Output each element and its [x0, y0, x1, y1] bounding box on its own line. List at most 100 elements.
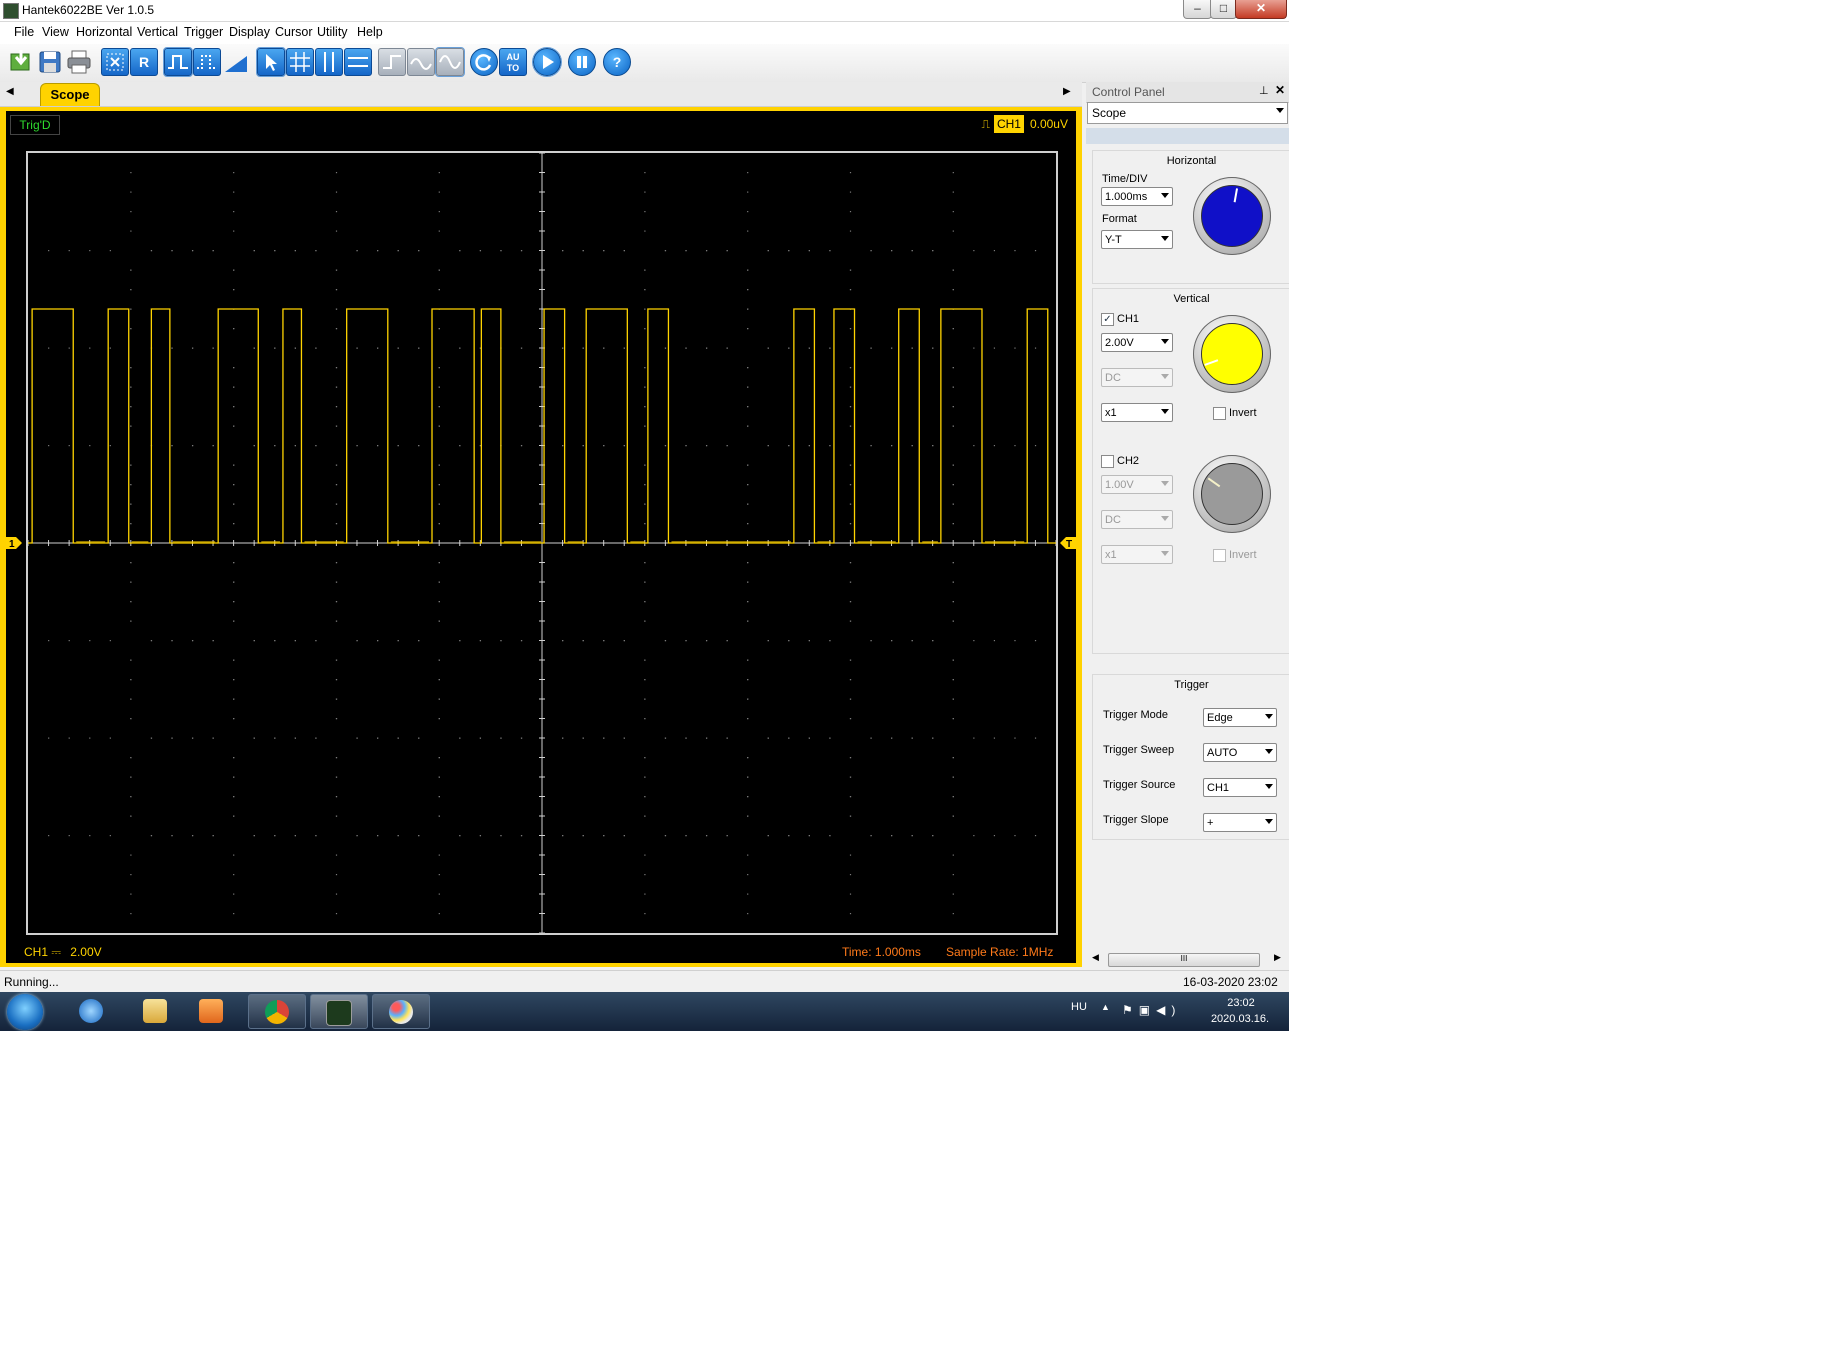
menu-help[interactable]: Help	[357, 25, 383, 39]
menu-vertical[interactable]: Vertical	[137, 25, 178, 39]
tab-scope[interactable]: Scope	[40, 83, 100, 106]
reference-icon[interactable]: R	[130, 48, 158, 76]
square-wave-icon[interactable]	[163, 47, 193, 77]
tray-icons[interactable]: ⚑▣◀)	[1122, 1003, 1181, 1017]
panel-separator	[1086, 128, 1289, 144]
start-button[interactable]	[7, 994, 43, 1030]
file-explorer-icon[interactable]	[126, 994, 184, 1029]
menu-trigger[interactable]: Trigger	[184, 25, 223, 39]
menu-horizontal[interactable]: Horizontal	[76, 25, 132, 39]
autoset-icon[interactable]	[101, 48, 129, 76]
timebase-knob[interactable]	[1193, 177, 1271, 255]
ch2-volts-select[interactable]: 1.00V	[1101, 475, 1173, 494]
trigger-source-select[interactable]: CH1	[1203, 778, 1277, 797]
scope-screen[interactable]: Trig'D ⎍ CH1 0.00uV 1T CH1 ⎓ 2.00V Time: 1…	[6, 111, 1076, 963]
chevron-down-icon	[1161, 339, 1169, 344]
timebase-status: Time: 1.000ms	[842, 945, 921, 959]
cursor-vertical-icon[interactable]	[315, 48, 343, 76]
ch2-volts-knob[interactable]	[1193, 455, 1271, 533]
chrome-icon[interactable]	[248, 994, 306, 1029]
trigger-sweep-value: AUTO	[1207, 747, 1238, 759]
volume-icon[interactable]: ◀)	[1156, 1003, 1181, 1017]
refresh-icon[interactable]	[470, 48, 498, 76]
tray-clock-date[interactable]: 2020.03.16.	[1200, 1013, 1280, 1025]
ch1-label: CH1	[1117, 313, 1140, 325]
open-icon[interactable]	[7, 48, 35, 76]
title-bar: Hantek6022BE Ver 1.0.5 – □ ✕	[0, 0, 1289, 22]
ramp-icon[interactable]	[222, 48, 250, 76]
ch2-knob-face	[1201, 463, 1263, 525]
format-select[interactable]: Y-T	[1101, 230, 1173, 249]
print-icon[interactable]	[65, 48, 93, 76]
timediv-select[interactable]: 1.000ms	[1101, 187, 1173, 206]
ch1-invert-checkbox[interactable]	[1213, 407, 1226, 420]
pause-icon[interactable]	[568, 48, 596, 76]
cursor-cross-icon[interactable]	[286, 48, 314, 76]
menu-file[interactable]: File	[14, 25, 34, 39]
tray-clock-time[interactable]: 23:02	[1206, 997, 1276, 1009]
run-icon[interactable]	[532, 47, 562, 77]
minimize-button[interactable]: –	[1183, 0, 1212, 19]
chevron-down-icon	[1161, 193, 1169, 198]
pin-icon[interactable]: ⊥	[1259, 84, 1269, 97]
scope-panel: Trig'D ⎍ CH1 0.00uV 1T CH1 ⎓ 2.00V Time: 1…	[0, 107, 1082, 967]
panel-selector[interactable]: Scope	[1087, 102, 1288, 124]
scrollbar-thumb[interactable]: III	[1108, 953, 1260, 967]
trigger-source-value: CH1	[1207, 782, 1230, 794]
oscilloscope-app-icon[interactable]	[310, 994, 368, 1029]
panel-selector-value: Scope	[1092, 106, 1127, 120]
close-icon[interactable]: ✕	[1275, 83, 1285, 97]
panel-horizontal-scrollbar[interactable]: ◀ III ▶	[1090, 952, 1285, 967]
dotted-wave-icon[interactable]	[193, 48, 221, 76]
ch1-volts-knob[interactable]	[1193, 315, 1271, 393]
trigger-sweep-select[interactable]: AUTO	[1203, 743, 1277, 762]
step-icon[interactable]	[378, 48, 406, 76]
trigger-title: Trigger	[1174, 679, 1209, 691]
ch1-checkbox[interactable]: ✓	[1101, 313, 1114, 326]
ch2-probe-select[interactable]: x1	[1101, 545, 1173, 564]
chevron-down-icon	[1161, 236, 1169, 241]
cursor-select-icon[interactable]	[256, 47, 286, 77]
auto-icon[interactable]: AU TO	[499, 48, 527, 76]
control-panel-title: Control Panel	[1092, 85, 1165, 99]
paint-icon[interactable]	[372, 994, 430, 1029]
sine-icon[interactable]	[435, 47, 465, 77]
menu-view[interactable]: View	[42, 25, 69, 39]
scroll-left-icon[interactable]: ◀	[1092, 952, 1099, 963]
menu-cursor[interactable]: Cursor	[275, 25, 313, 39]
ch1-invert-label: Invert	[1229, 407, 1257, 419]
scroll-right-icon[interactable]: ▶	[1274, 952, 1281, 963]
close-button[interactable]: ✕	[1235, 0, 1287, 19]
status-datetime: 16-03-2020 23:02	[1183, 975, 1278, 989]
action-center-flag-icon[interactable]: ⚑	[1122, 1003, 1139, 1017]
cursor-horizontal-icon[interactable]	[344, 48, 372, 76]
menu-utility[interactable]: Utility	[317, 25, 348, 39]
maximize-button[interactable]: □	[1210, 0, 1237, 19]
control-panel-header: Control Panel ⊥ ✕	[1086, 82, 1289, 103]
chevron-down-icon	[1161, 409, 1169, 414]
show-hidden-icons-icon[interactable]: ▲	[1101, 1002, 1110, 1012]
internet-explorer-icon[interactable]	[62, 994, 120, 1029]
ch1-probe-select[interactable]: x1	[1101, 403, 1173, 422]
tab-scroll-left-icon[interactable]: ◀	[6, 86, 14, 97]
media-player-icon[interactable]	[182, 994, 240, 1029]
tab-scroll-right-icon[interactable]: ▶	[1063, 86, 1071, 97]
ch2-checkbox[interactable]	[1101, 455, 1114, 468]
input-language[interactable]: HU	[1071, 1001, 1087, 1013]
wave-icon[interactable]	[407, 48, 435, 76]
ch1-volts-value: 2.00V	[1105, 337, 1134, 349]
trigger-slope-select[interactable]: +	[1203, 813, 1277, 832]
ch2-invert-checkbox[interactable]	[1213, 549, 1226, 562]
trigger-mode-select[interactable]: Edge	[1203, 708, 1277, 727]
ch2-volts-value: 1.00V	[1105, 479, 1134, 491]
format-label: Format	[1102, 213, 1137, 225]
chevron-down-icon	[1265, 819, 1273, 824]
ch2-coupling-select[interactable]: DC	[1101, 510, 1173, 529]
ch1-knob-face	[1201, 323, 1263, 385]
ch1-volts-select[interactable]: 2.00V	[1101, 333, 1173, 352]
ch1-coupling-select[interactable]: DC	[1101, 368, 1173, 387]
network-icon[interactable]: ▣	[1139, 1003, 1156, 1017]
save-icon[interactable]	[36, 48, 64, 76]
menu-display[interactable]: Display	[229, 25, 270, 39]
help-icon[interactable]: ?	[603, 48, 631, 76]
